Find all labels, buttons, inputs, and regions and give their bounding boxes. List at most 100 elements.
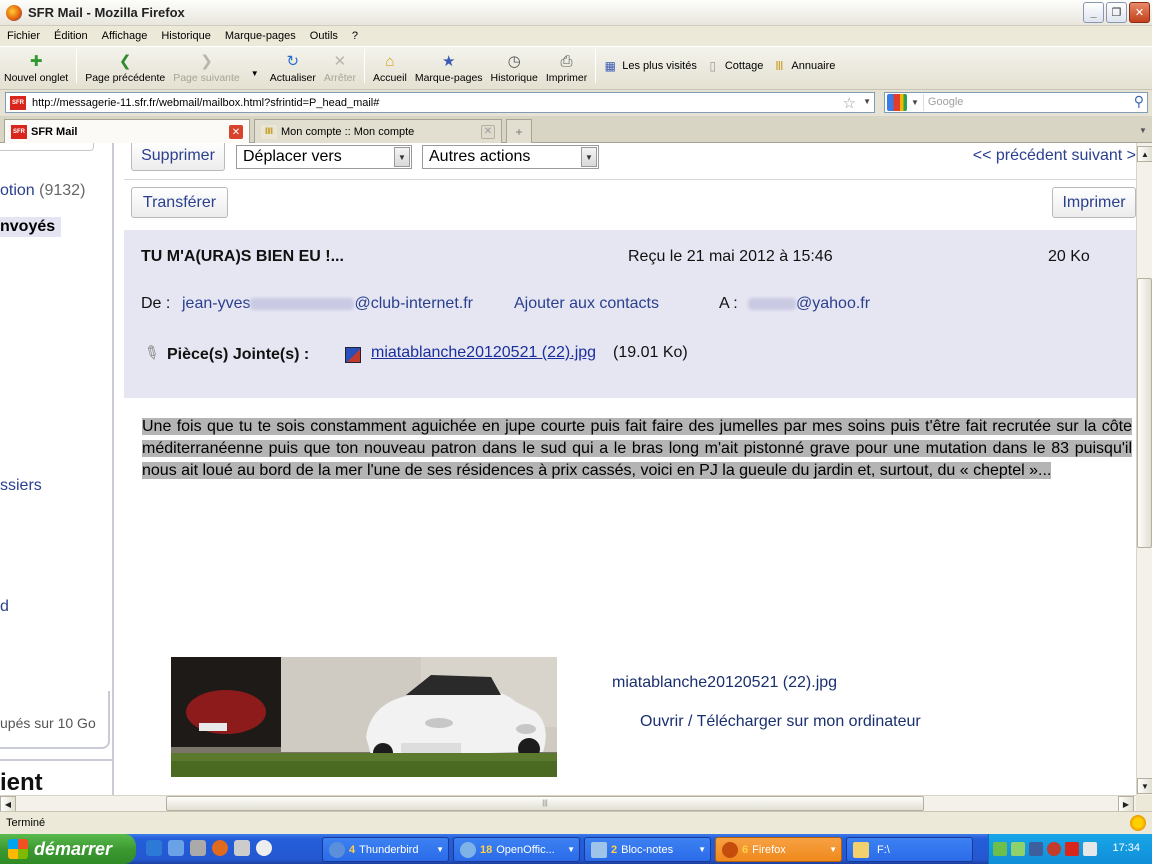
minimize-button[interactable]: _: [1083, 2, 1104, 23]
task-openoffice[interactable]: 18 OpenOffic... ▼: [453, 837, 580, 862]
monitor-icon[interactable]: [1029, 842, 1043, 856]
forward-button[interactable]: ❯ Page suivante: [169, 46, 244, 84]
bookmark-star-icon[interactable]: ☆: [843, 94, 856, 112]
menu-marque-pages[interactable]: Marque-pages: [218, 30, 303, 42]
antivirus-icon[interactable]: [1047, 842, 1061, 856]
chevron-down-icon: ▼: [436, 845, 444, 854]
vertical-scroll-thumb[interactable]: [1137, 278, 1152, 548]
close-tab-icon[interactable]: ✕: [481, 124, 495, 139]
task-label: Thunderbird: [359, 843, 419, 856]
attachment-link[interactable]: miatablanche20120521 (22).jpg: [371, 344, 596, 362]
close-window-button[interactable]: ✕: [1129, 2, 1150, 23]
forward-mail-button[interactable]: Transférer: [131, 187, 228, 218]
google-icon[interactable]: [887, 94, 907, 111]
folder-dossiers[interactable]: ssiers: [0, 477, 42, 495]
move-to-select[interactable]: Déplacer vers ▼: [236, 145, 412, 169]
print-mail-button[interactable]: Imprimer: [1052, 187, 1136, 218]
menu-bar: Fichier Édition Affichage Historique Mar…: [0, 26, 1152, 46]
tab-mon-compte[interactable]: Ⅲ Mon compte :: Mon compte ✕: [254, 119, 502, 143]
menu-historique[interactable]: Historique: [154, 30, 218, 42]
back-button[interactable]: ❮ Page précédente: [81, 46, 169, 84]
url-text[interactable]: http://messagerie-11.sfr.fr/webmail/mail…: [32, 97, 379, 109]
menu-affichage[interactable]: Affichage: [95, 30, 155, 42]
menu-help[interactable]: ?: [345, 30, 365, 42]
folder-label: nvoyés: [0, 218, 56, 235]
home-label: Accueil: [372, 72, 407, 84]
scroll-right-icon[interactable]: ▶: [1118, 796, 1134, 812]
search-box[interactable]: ▼ Google ⚲: [884, 92, 1148, 113]
task-notepad[interactable]: 2 Bloc-notes ▼: [584, 837, 711, 862]
task-thunderbird[interactable]: 4 Thunderbird ▼: [322, 837, 449, 862]
start-button[interactable]: démarrer: [0, 834, 136, 864]
message-header: TU M'A(URA)S BIEN EU !... Reçu le 21 mai…: [124, 230, 1136, 398]
search-engine-dropdown-icon[interactable]: ▼: [911, 98, 919, 107]
close-tab-icon[interactable]: ✕: [229, 125, 243, 139]
back-arrow-icon: ❮: [118, 53, 132, 70]
firefox-icon[interactable]: [212, 840, 228, 856]
recipient-domain: @yahoo.fr: [796, 295, 871, 312]
open-download-link[interactable]: Ouvrir / Télécharger sur mon ordinateur: [640, 713, 921, 731]
menu-fichier[interactable]: Fichier: [0, 30, 47, 42]
tab-sfr-mail[interactable]: SFR SFR Mail ✕: [4, 119, 250, 144]
message-pager[interactable]: << précédent suivant >: [973, 147, 1136, 165]
folder-reception[interactable]: otion (9132): [0, 182, 85, 200]
reload-button[interactable]: ↻ Actualiser: [266, 46, 320, 84]
bookmarks-button[interactable]: ★ Marque-pages: [411, 46, 487, 84]
bookmark-annuaire[interactable]: Ⅲ Annuaire: [771, 56, 835, 76]
address-bar[interactable]: SFR http://messagerie-11.sfr.fr/webmail/…: [5, 92, 875, 113]
add-contact-link[interactable]: Ajouter aux contacts: [514, 295, 659, 313]
recipient-address[interactable]: @yahoo.fr: [748, 295, 870, 313]
chevron-down-icon: ▼: [698, 845, 706, 854]
title-bar: SFR Mail - Mozilla Firefox _ ❐ ✕: [0, 0, 1152, 26]
network-icon[interactable]: [993, 842, 1007, 856]
desktop-icon[interactable]: [168, 840, 184, 856]
tab-list-icon[interactable]: ▼: [1136, 122, 1150, 138]
horizontal-scrollbar[interactable]: ◀ ||| ▶: [0, 795, 1136, 812]
scroll-down-icon[interactable]: ▼: [1137, 778, 1152, 794]
history-button[interactable]: ◷ Historique: [487, 46, 542, 84]
update-icon[interactable]: [1011, 842, 1025, 856]
clock[interactable]: 17:34: [1112, 842, 1140, 854]
explorer-icon[interactable]: [190, 840, 206, 856]
folder-link[interactable]: d: [0, 598, 9, 616]
scroll-up-icon[interactable]: ▲: [1137, 146, 1152, 162]
menu-edition[interactable]: Édition: [47, 30, 95, 42]
search-icon[interactable]: ⚲: [1134, 93, 1144, 110]
search-input[interactable]: Google: [922, 94, 1147, 111]
new-tab-icon[interactable]: +: [506, 119, 532, 143]
media-player-icon[interactable]: [256, 840, 272, 856]
kaspersky-icon[interactable]: [1065, 842, 1079, 856]
ie-icon[interactable]: [146, 840, 162, 856]
home-button[interactable]: ⌂ Accueil: [369, 46, 411, 85]
new-tab-label: Nouvel onglet: [4, 72, 69, 84]
horizontal-scroll-thumb[interactable]: |||: [166, 796, 924, 811]
addon-icon[interactable]: [1130, 815, 1146, 831]
folder-count: (9132): [39, 182, 86, 199]
delete-button[interactable]: Supprimer: [131, 143, 225, 171]
restore-button[interactable]: ❐: [1106, 2, 1127, 23]
scroll-left-icon[interactable]: ◀: [0, 796, 16, 812]
task-firefox[interactable]: 6 Firefox ▼: [715, 837, 842, 862]
folder-envoyes[interactable]: nvoyés: [0, 217, 62, 237]
sidebar-top-button[interactable]: [0, 143, 94, 151]
message-pane: Supprimer Déplacer vers ▼ Autres actions…: [124, 143, 1136, 795]
other-actions-select[interactable]: Autres actions ▼: [422, 145, 599, 169]
sender-address[interactable]: jean-yves @club-internet.fr: [182, 295, 473, 313]
history-dropdown[interactable]: ▼: [244, 46, 266, 84]
volume-icon[interactable]: [1083, 842, 1097, 856]
new-tab-button[interactable]: ✚ Nouvel onglet: [0, 46, 72, 84]
print-button[interactable]: ⎙ Imprimer: [542, 46, 591, 85]
task-folder[interactable]: F:\: [846, 837, 973, 862]
messenger-icon[interactable]: [234, 840, 250, 856]
bookmark-cottage[interactable]: ▯ Cottage: [705, 56, 764, 76]
attachment-thumbnail[interactable]: [171, 657, 557, 777]
vertical-scrollbar[interactable]: ▲ ▼: [1136, 143, 1152, 795]
tab-bar: SFR SFR Mail ✕ Ⅲ Mon compte :: Mon compt…: [0, 116, 1152, 144]
bookmark-most-visited[interactable]: ▦ Les plus visités: [602, 56, 697, 76]
stop-button[interactable]: ✕ Arrêter: [320, 46, 360, 84]
status-text: Terminé: [6, 817, 46, 829]
folder-label: ssiers: [0, 477, 42, 494]
url-dropdown-icon[interactable]: ▼: [863, 97, 871, 106]
menu-outils[interactable]: Outils: [303, 30, 345, 42]
task-label: Firefox: [752, 843, 786, 856]
